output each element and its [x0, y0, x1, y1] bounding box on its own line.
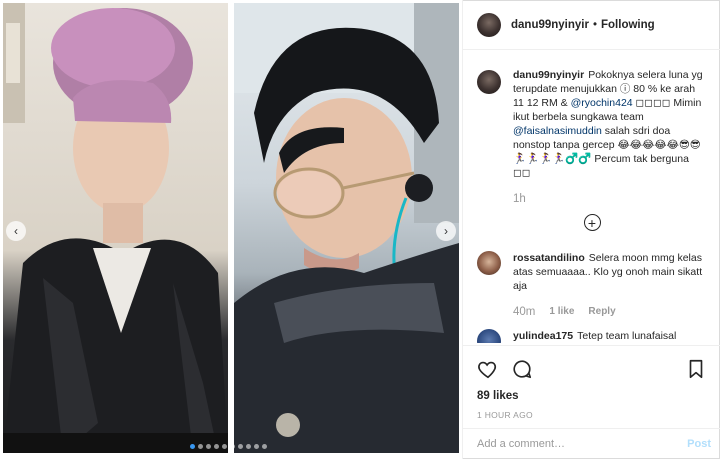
header-separator: • — [592, 18, 597, 31]
likes-count[interactable]: 89 likes — [477, 390, 707, 402]
carousel-next-button[interactable]: › — [436, 221, 456, 241]
comment-composer: Post — [463, 428, 720, 459]
caption-meta: 1h — [513, 192, 707, 206]
post-side-panel: danu99nyinyir • Following danu99nyinyir P… — [462, 0, 720, 459]
carousel-dot — [222, 444, 227, 449]
caption-mention-1[interactable]: @ryochin424 — [571, 97, 633, 109]
carousel-dot — [262, 444, 267, 449]
photo-left-illustration — [3, 3, 228, 453]
bookmark-icon[interactable] — [685, 358, 707, 380]
heart-icon[interactable] — [477, 358, 499, 380]
carousel-dot — [206, 444, 211, 449]
post-timestamp[interactable]: 1 HOUR AGO — [477, 410, 707, 420]
comment-icon[interactable] — [511, 358, 533, 380]
post-comment-button[interactable]: Post — [687, 438, 711, 450]
carousel-dot — [254, 444, 259, 449]
caption-body: danu99nyinyir Pokoknya selera luna yg ter… — [513, 68, 707, 206]
load-more-comments[interactable]: + — [463, 206, 720, 241]
comment-body: rossatandilino Selera moon mmg kelas atas… — [513, 251, 707, 319]
action-icons — [477, 358, 707, 380]
carousel-prev-button[interactable]: ‹ — [6, 221, 26, 241]
carousel-dot — [190, 444, 195, 449]
caption-row: danu99nyinyir Pokoknya selera luna yg ter… — [463, 58, 720, 206]
plus-circle-icon[interactable]: + — [583, 214, 601, 231]
caption-age[interactable]: 1h — [513, 192, 526, 206]
photo-right-illustration — [234, 3, 459, 453]
comment-username[interactable]: rossatandilino — [513, 252, 585, 264]
carousel-dot — [238, 444, 243, 449]
header-username[interactable]: danu99nyinyir — [511, 19, 589, 31]
comment-reply-button[interactable]: Reply — [588, 305, 615, 319]
post-actions: 89 likes 1 HOUR AGO — [463, 345, 720, 420]
carousel-dot — [198, 444, 203, 449]
avatar[interactable] — [477, 329, 501, 343]
carousel-dot — [214, 444, 219, 449]
comment-input[interactable] — [477, 438, 688, 450]
comment-age[interactable]: 40m — [513, 305, 535, 319]
comment-username[interactable]: yulindea175 — [513, 330, 573, 342]
comment-likes-count[interactable]: 1 like — [549, 305, 574, 319]
post-header: danu99nyinyir • Following — [463, 0, 720, 50]
carousel-indicator — [190, 444, 267, 449]
comment-body: yulindea175 Tetep team lunafaisal — [513, 329, 676, 343]
comment-text: Tetep team lunafaisal — [577, 330, 677, 342]
photo-left — [3, 3, 228, 453]
comments-list: danu99nyinyir Pokoknya selera luna yg ter… — [463, 58, 720, 343]
comment-row: rossatandilino Selera moon mmg kelas atas… — [463, 241, 720, 319]
photo-right — [234, 3, 459, 453]
avatar[interactable] — [477, 251, 501, 275]
comment-row: yulindea175 Tetep team lunafaisal — [463, 319, 720, 343]
post-media: ‹ › — [0, 0, 462, 459]
follow-status-button[interactable]: Following — [601, 19, 655, 31]
carousel-dot — [230, 444, 235, 449]
carousel-dot — [246, 444, 251, 449]
avatar[interactable] — [477, 12, 501, 37]
caption-username[interactable]: danu99nyinyir — [513, 69, 584, 81]
avatar[interactable] — [477, 70, 501, 94]
caption-mention-2[interactable]: @faisalnasimuddin — [513, 125, 602, 137]
comment-meta: 40m 1 like Reply — [513, 305, 707, 319]
